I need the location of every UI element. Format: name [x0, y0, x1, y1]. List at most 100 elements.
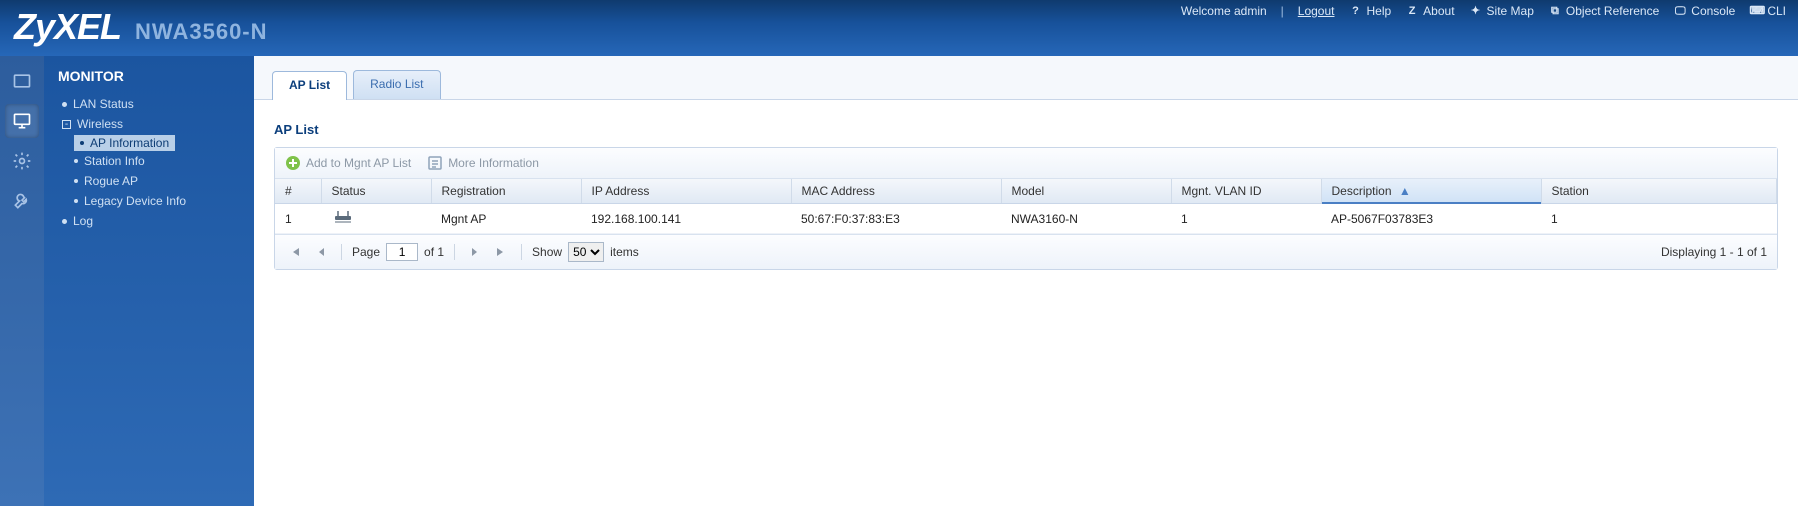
show-label: Show [532, 245, 562, 259]
cli-link[interactable]: ⌨ CLI [1749, 4, 1786, 18]
next-page-button[interactable] [465, 243, 485, 261]
dashboard-icon [12, 71, 32, 91]
sidebar-item-lan-status[interactable]: LAN Status [58, 94, 254, 114]
console-icon: 🖵 [1673, 4, 1687, 18]
grid-toolbar: Add to Mgnt AP List More Information [275, 148, 1777, 179]
ap-list-panel: AP List Add to Mgnt AP List More Informa… [254, 100, 1798, 270]
sidebar-item-legacy-device-info[interactable]: Legacy Device Info [74, 191, 254, 211]
top-banner: ZyXEL NWA3560-N Welcome admin | Logout ?… [0, 0, 1798, 56]
objref-link[interactable]: ⧉ Object Reference [1548, 4, 1659, 18]
rail-configure-button[interactable] [5, 144, 39, 178]
prev-page-icon [316, 247, 326, 257]
model-text: NWA3560-N [135, 19, 267, 45]
sidebar-item-wireless[interactable]: - Wireless [58, 114, 254, 134]
cell-description: AP-5067F03783E3 [1321, 204, 1541, 234]
grid-wrapper: Add to Mgnt AP List More Information # S… [274, 147, 1778, 270]
col-num[interactable]: # [275, 179, 321, 204]
col-status[interactable]: Status [321, 179, 431, 204]
cell-station: 1 [1541, 204, 1777, 234]
last-page-button[interactable] [491, 243, 511, 261]
cell-vlan: 1 [1171, 204, 1321, 234]
top-links: Welcome admin | Logout ? Help Z About ✦ … [1181, 4, 1786, 18]
sidebar-title: MONITOR [44, 56, 254, 94]
add-to-mgnt-button[interactable]: Add to Mgnt AP List [285, 155, 411, 171]
ap-status-icon [331, 210, 355, 227]
main-area: MONITOR LAN Status - Wireless AP Informa… [0, 56, 1798, 506]
table-row[interactable]: 1 Mgnt AP 192.168.100.141 50:67:F0:37:83… [275, 204, 1777, 234]
cell-registration: Mgnt AP [431, 204, 581, 234]
pager-display-text: Displaying 1 - 1 of 1 [1661, 245, 1767, 259]
sort-asc-icon: ▲ [1399, 184, 1411, 198]
about-link[interactable]: Z About [1405, 4, 1454, 18]
about-icon: Z [1405, 4, 1419, 18]
tab-ap-list[interactable]: AP List [272, 71, 347, 100]
rail-monitor-button[interactable] [5, 104, 39, 138]
help-link[interactable]: ? Help [1348, 4, 1391, 18]
brand-block: ZyXEL NWA3560-N [14, 6, 268, 48]
col-vlan[interactable]: Mgnt. VLAN ID [1171, 179, 1321, 204]
sitemap-icon: ✦ [1469, 4, 1483, 18]
prev-page-button[interactable] [311, 243, 331, 261]
sidebar-item-rogue-ap[interactable]: Rogue AP [74, 171, 254, 191]
content-area: AP List Radio List AP List Add to Mgnt A… [254, 56, 1798, 506]
wrench-icon [12, 191, 32, 211]
ap-grid: # Status Registration IP Address MAC Add… [275, 179, 1777, 234]
tab-radio-list[interactable]: Radio List [353, 70, 440, 99]
bullet-icon [74, 199, 78, 203]
more-info-button[interactable]: More Information [427, 155, 539, 171]
sidebar-item-log[interactable]: Log [58, 211, 254, 231]
col-registration[interactable]: Registration [431, 179, 581, 204]
rail-maintenance-button[interactable] [5, 184, 39, 218]
bullet-icon [62, 102, 67, 107]
first-page-button[interactable] [285, 243, 305, 261]
page-of-text: of 1 [424, 245, 444, 259]
sidebar-item-station-info[interactable]: Station Info [74, 151, 254, 171]
divider [341, 244, 342, 260]
col-station[interactable]: Station [1541, 179, 1777, 204]
info-icon [427, 155, 443, 171]
pager-bar: Page of 1 Show 50 [275, 234, 1777, 269]
next-page-icon [470, 247, 480, 257]
page-size-select[interactable]: 50 [568, 242, 604, 262]
items-label: items [610, 245, 639, 259]
bullet-icon [74, 159, 78, 163]
cell-ip: 192.168.100.141 [581, 204, 791, 234]
welcome-text: Welcome admin [1181, 4, 1267, 18]
page-label: Page [352, 245, 380, 259]
col-mac[interactable]: MAC Address [791, 179, 1001, 204]
collapse-icon: - [62, 120, 71, 129]
cell-num: 1 [275, 204, 321, 234]
divider [454, 244, 455, 260]
bullet-icon [62, 219, 67, 224]
pager-left: Page of 1 Show 50 [285, 242, 639, 262]
mode-rail [0, 56, 44, 506]
col-ip[interactable]: IP Address [581, 179, 791, 204]
first-page-icon [289, 246, 301, 258]
console-link[interactable]: 🖵 Console [1673, 4, 1735, 18]
gear-icon [12, 151, 32, 171]
objref-icon: ⧉ [1548, 4, 1562, 18]
bullet-icon [80, 141, 84, 145]
sidebar-nav: MONITOR LAN Status - Wireless AP Informa… [44, 56, 254, 506]
cell-model: NWA3160-N [1001, 204, 1171, 234]
page-input[interactable] [386, 243, 418, 261]
help-icon: ? [1348, 4, 1362, 18]
cli-icon: ⌨ [1749, 4, 1763, 18]
section-title: AP List [274, 122, 1778, 137]
logout-link[interactable]: Logout [1298, 4, 1335, 18]
separator: | [1281, 4, 1284, 18]
rail-dashboard-button[interactable] [5, 64, 39, 98]
monitor-icon [12, 111, 32, 131]
add-icon [285, 155, 301, 171]
brand-text: ZyXEL [14, 6, 121, 48]
col-model[interactable]: Model [1001, 179, 1171, 204]
sitemap-link[interactable]: ✦ Site Map [1469, 4, 1534, 18]
col-description[interactable]: Description ▲ [1321, 179, 1541, 204]
tab-strip: AP List Radio List [254, 56, 1798, 100]
bullet-icon [74, 179, 78, 183]
divider [521, 244, 522, 260]
cell-status [321, 204, 431, 234]
last-page-icon [495, 246, 507, 258]
sidebar-item-ap-information[interactable]: AP Information [74, 135, 175, 151]
cell-mac: 50:67:F0:37:83:E3 [791, 204, 1001, 234]
